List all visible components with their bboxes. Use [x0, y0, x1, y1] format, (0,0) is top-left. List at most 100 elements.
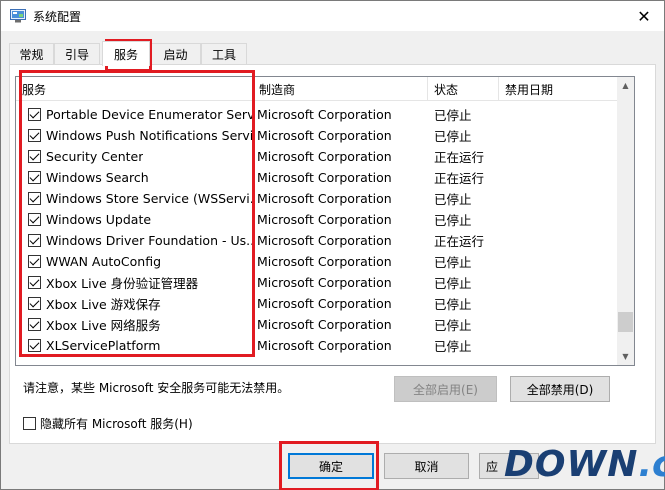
service-name-cell: Xbox Live 游戏保存: [28, 293, 253, 314]
service-checkbox[interactable]: [28, 276, 41, 289]
service-status: 已停止: [434, 192, 472, 207]
column-header-disable-date[interactable]: 禁用日期: [499, 77, 618, 101]
service-checkbox[interactable]: [28, 213, 41, 226]
scroll-thumb[interactable]: [618, 311, 633, 332]
service-manufacturer: Microsoft Corporation: [257, 296, 392, 311]
service-checkbox[interactable]: [28, 171, 41, 184]
table-row[interactable]: Xbox Live 身份验证管理器 Microsoft Corporation 已停…: [16, 272, 618, 293]
system-config-icon: [10, 9, 26, 23]
service-name: Windows Store Service (WSServi...: [46, 191, 253, 206]
service-status: 正在运行: [434, 171, 485, 186]
scroll-down-button[interactable]: ▼: [617, 348, 634, 365]
tab-boot[interactable]: 引导: [54, 43, 100, 65]
tab-tools[interactable]: 工具: [201, 43, 247, 65]
service-name-cell: Windows Update: [28, 209, 253, 230]
service-status: 已停止: [434, 129, 472, 144]
service-name: Windows Driver Foundation - Us...: [46, 233, 253, 248]
service-manufacturer: Microsoft Corporation: [257, 317, 392, 332]
service-name-cell: Security Center: [28, 146, 253, 167]
service-name-cell: Windows Store Service (WSServi...: [28, 188, 253, 209]
table-row[interactable]: Windows Push Notifications Servi... Micro…: [16, 125, 618, 146]
table-row[interactable]: Windows Search Microsoft Corporation 正在运行: [16, 167, 618, 188]
ok-button[interactable]: 确定: [288, 453, 374, 479]
system-config-window: 系统配置 ✕ 常规 引导 服务 启动 工具 服务 制造商 状态 禁用日期 Por…: [0, 0, 665, 490]
service-name: XLServicePlatform: [46, 338, 161, 353]
enable-all-button[interactable]: 全部启用(E): [394, 376, 497, 402]
service-name-cell: Portable Device Enumerator Serv...: [28, 104, 253, 125]
table-row[interactable]: Windows Store Service (WSServi... Microso…: [16, 188, 618, 209]
service-name-cell: Windows Driver Foundation - Us...: [28, 230, 253, 251]
service-name: Windows Search: [46, 170, 149, 185]
service-checkbox[interactable]: [28, 234, 41, 247]
service-manufacturer: Microsoft Corporation: [257, 233, 392, 248]
hide-microsoft-services-label: 隐藏所有 Microsoft 服务(H): [40, 417, 193, 431]
service-checkbox[interactable]: [28, 150, 41, 163]
table-row[interactable]: XLServicePlatform Microsoft Corporation 已停…: [16, 335, 618, 356]
table-row[interactable]: Xbox Live 网络服务 Microsoft Corporation 已停止: [16, 314, 618, 335]
service-status: 已停止: [434, 213, 472, 228]
table-row[interactable]: Windows Driver Foundation - Us... Microso…: [16, 230, 618, 251]
service-name-cell: WWAN AutoConfig: [28, 251, 253, 272]
service-status: 已停止: [434, 318, 472, 333]
service-status: 已停止: [434, 339, 472, 354]
service-checkbox[interactable]: [28, 297, 41, 310]
service-status: 已停止: [434, 255, 472, 270]
cancel-button[interactable]: 取消: [384, 453, 469, 479]
table-row[interactable]: Portable Device Enumerator Serv... Micros…: [16, 104, 618, 125]
vertical-scrollbar[interactable]: ▲ ▼: [617, 77, 634, 365]
service-name: Windows Push Notifications Servi...: [46, 128, 253, 143]
service-name: Portable Device Enumerator Serv...: [46, 107, 253, 122]
hide-microsoft-services-checkbox[interactable]: [23, 417, 36, 430]
service-manufacturer: Microsoft Corporation: [257, 170, 392, 185]
disable-all-button[interactable]: 全部禁用(D): [510, 376, 610, 402]
scroll-up-button[interactable]: ▲: [617, 77, 634, 94]
tab-startup[interactable]: 启动: [150, 43, 201, 65]
service-manufacturer: Microsoft Corporation: [257, 128, 392, 143]
service-checkbox[interactable]: [28, 129, 41, 142]
service-name-cell: Xbox Live 网络服务: [28, 314, 253, 335]
service-manufacturer: Microsoft Corporation: [257, 275, 392, 290]
watermark-logo: DOWN.cc: [504, 444, 665, 485]
service-name-cell: XLServicePlatform: [28, 335, 253, 356]
service-checkbox[interactable]: [28, 192, 41, 205]
service-manufacturer: Microsoft Corporation: [257, 107, 392, 122]
service-manufacturer: Microsoft Corporation: [257, 254, 392, 269]
table-row[interactable]: Xbox Live 游戏保存 Microsoft Corporation 已停止: [16, 293, 618, 314]
column-header-status[interactable]: 状态: [428, 77, 499, 101]
security-services-note: 请注意，某些 Microsoft 安全服务可能无法禁用。: [23, 381, 290, 395]
service-status: 已停止: [434, 276, 472, 291]
service-manufacturer: Microsoft Corporation: [257, 149, 392, 164]
service-name-cell: Windows Push Notifications Servi...: [28, 125, 253, 146]
table-row[interactable]: Windows Update Microsoft Corporation 已停止: [16, 209, 618, 230]
table-row[interactable]: Security Center Microsoft Corporation 正在运行: [16, 146, 618, 167]
column-header-service[interactable]: 服务: [16, 77, 253, 101]
service-checkbox[interactable]: [28, 255, 41, 268]
title-bar: 系统配置 ✕: [1, 1, 664, 31]
service-checkbox[interactable]: [28, 318, 41, 331]
scroll-track[interactable]: [617, 94, 634, 348]
close-icon: ✕: [637, 6, 651, 26]
service-status: 正在运行: [434, 150, 485, 165]
service-status: 已停止: [434, 297, 472, 312]
service-name: Xbox Live 游戏保存: [46, 297, 161, 312]
service-name-cell: Windows Search: [28, 167, 253, 188]
tab-services[interactable]: 服务: [102, 41, 150, 66]
tab-general[interactable]: 常规: [9, 43, 54, 65]
service-name: Xbox Live 网络服务: [46, 318, 161, 333]
service-checkbox[interactable]: [28, 108, 41, 121]
services-list-header: 服务 制造商 状态 禁用日期: [16, 77, 618, 101]
column-header-manufacturer[interactable]: 制造商: [253, 77, 428, 101]
service-name-cell: Xbox Live 身份验证管理器: [28, 272, 253, 293]
service-name: Windows Update: [46, 212, 152, 227]
service-manufacturer: Microsoft Corporation: [257, 338, 392, 353]
service-name: Security Center: [46, 149, 144, 164]
table-row[interactable]: WWAN AutoConfig Microsoft Corporation 已停止: [16, 251, 618, 272]
close-button[interactable]: ✕: [624, 1, 664, 31]
service-checkbox[interactable]: [28, 339, 41, 352]
chevron-down-icon: ▼: [622, 352, 629, 361]
services-list[interactable]: 服务 制造商 状态 禁用日期 Portable Device Enumerato…: [15, 76, 635, 366]
window-title: 系统配置: [33, 10, 82, 24]
hide-microsoft-services-option[interactable]: 隐藏所有 Microsoft 服务(H): [23, 415, 193, 432]
service-manufacturer: Microsoft Corporation: [257, 212, 392, 227]
services-rows: Portable Device Enumerator Serv... Micros…: [16, 104, 618, 356]
